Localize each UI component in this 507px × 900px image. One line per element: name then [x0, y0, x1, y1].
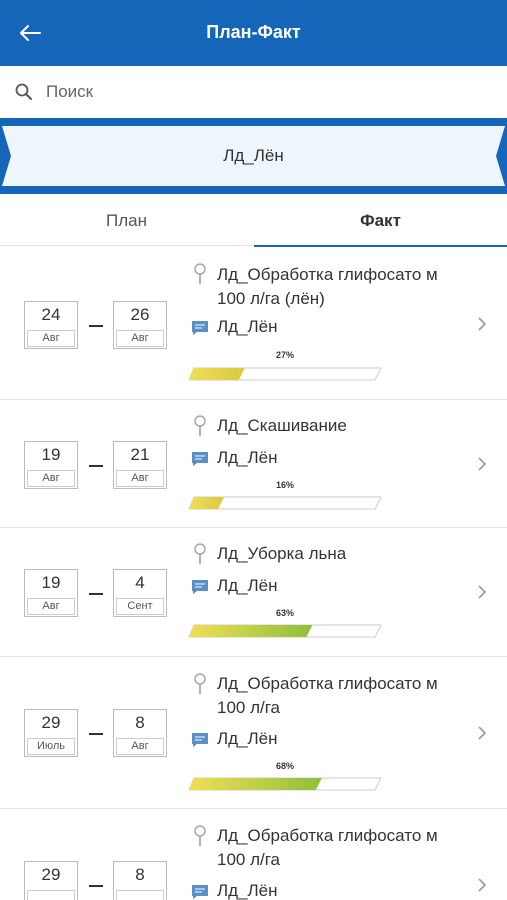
start-date: 19 Авг: [24, 569, 78, 617]
end-day: 8: [135, 713, 145, 732]
page-title: План-Факт: [206, 22, 301, 42]
end-day: 8: [135, 865, 145, 884]
end-day: 4: [135, 573, 145, 592]
progress-percent: 27%: [275, 350, 294, 360]
search-icon: [15, 83, 32, 100]
progress-percent: 68%: [275, 761, 294, 771]
progress-bar: [188, 496, 382, 510]
field-name: Лд_Лён: [217, 317, 278, 336]
operation-pin-icon: [194, 825, 206, 846]
start-date: 19 Авг: [24, 441, 78, 489]
end-month: Сент: [116, 598, 164, 615]
progress-percent: 16%: [275, 480, 294, 490]
operation-name: Лд_Обработка глифосато м 100 л/га: [217, 826, 438, 869]
filter-label: Лд_Лён: [223, 146, 284, 165]
progress-bar: [188, 624, 382, 638]
progress-fill: [189, 625, 313, 637]
list-item[interactable]: 19 Авг 21 Авг Лд_Скашивание Лд_Лён 16%: [0, 400, 507, 528]
start-day: 29: [41, 713, 61, 732]
end-date: 8 Авг: [113, 709, 167, 757]
operation-name: Лд_Скашивание: [217, 416, 347, 435]
end-month: Авг: [116, 738, 164, 755]
start-month: Авг: [27, 598, 75, 615]
end-month: Авг: [116, 330, 164, 347]
start-date: 29 Июль: [24, 709, 78, 757]
progress-fill: [189, 368, 245, 380]
end-date: 26 Авг: [113, 301, 167, 349]
date-range-dash: [89, 733, 103, 735]
end-day: 21: [130, 445, 150, 464]
list-item[interactable]: 24 Авг 26 Авг Лд_Обработка глифосато м 1…: [0, 247, 507, 400]
start-month: Июль: [27, 738, 75, 755]
field-icon: [192, 452, 208, 466]
end-date: 4 Сент: [113, 569, 167, 617]
list-item[interactable]: 29 8 Лд_Обработка глифосато м 100 л/га Л…: [0, 809, 507, 900]
start-day: 19: [41, 573, 61, 592]
date-range-dash: [89, 465, 103, 467]
date-range-dash: [89, 325, 103, 327]
tab-fact[interactable]: Факт: [254, 196, 507, 247]
end-date: 8: [113, 861, 167, 900]
start-day: 19: [41, 445, 61, 464]
start-month: [27, 890, 75, 900]
progress-bar: [188, 777, 382, 791]
end-month: [116, 890, 164, 900]
field-icon: [192, 321, 208, 335]
start-day: 24: [41, 305, 61, 324]
chevron-right-icon: [478, 726, 487, 740]
progress-fill: [189, 778, 322, 790]
chevron-right-icon: [478, 317, 487, 331]
operation-pin-icon: [194, 263, 206, 284]
app-bar: План-Факт: [0, 0, 507, 66]
field-icon: [192, 580, 208, 594]
chevron-right-icon: [478, 457, 487, 471]
operation-name: Лд_Обработка глифосато м 100 л/га: [217, 674, 438, 717]
search-input[interactable]: [46, 78, 486, 106]
field-icon: [192, 885, 208, 899]
tab-bar: План Факт: [0, 196, 507, 247]
list-item[interactable]: 19 Авг 4 Сент Лд_Уборка льна Лд_Лён 63%: [0, 528, 507, 657]
field-name: Лд_Лён: [217, 881, 278, 900]
start-month: Авг: [27, 470, 75, 487]
progress-bar: [188, 367, 382, 381]
chevron-right-icon: [478, 585, 487, 599]
operation-pin-icon: [194, 673, 206, 694]
start-month: Авг: [27, 330, 75, 347]
start-date: 24 Авг: [24, 301, 78, 349]
filter-selector[interactable]: Лд_Лён: [0, 118, 507, 194]
start-date: 29: [24, 861, 78, 900]
progress-percent: 63%: [275, 608, 294, 618]
end-month: Авг: [116, 470, 164, 487]
field-name: Лд_Лён: [217, 729, 278, 748]
field-icon: [192, 733, 208, 747]
operation-pin-icon: [194, 415, 206, 436]
start-day: 29: [41, 865, 61, 884]
date-range-dash: [89, 593, 103, 595]
operation-name: Лд_Обработка глифосато м 100 л/га (лён): [217, 265, 438, 308]
field-name: Лд_Лён: [217, 448, 278, 467]
tab-plan[interactable]: План: [0, 196, 253, 246]
field-name: Лд_Лён: [217, 576, 278, 595]
progress-fill: [189, 497, 225, 509]
date-range-dash: [89, 885, 103, 887]
search-bar: [0, 66, 507, 118]
operation-pin-icon: [194, 543, 206, 564]
list-item[interactable]: 29 Июль 8 Авг Лд_Обработка глифосато м 1…: [0, 657, 507, 809]
operation-name: Лд_Уборка льна: [217, 544, 347, 563]
end-day: 26: [130, 305, 150, 324]
end-date: 21 Авг: [113, 441, 167, 489]
chevron-right-icon: [478, 878, 487, 892]
